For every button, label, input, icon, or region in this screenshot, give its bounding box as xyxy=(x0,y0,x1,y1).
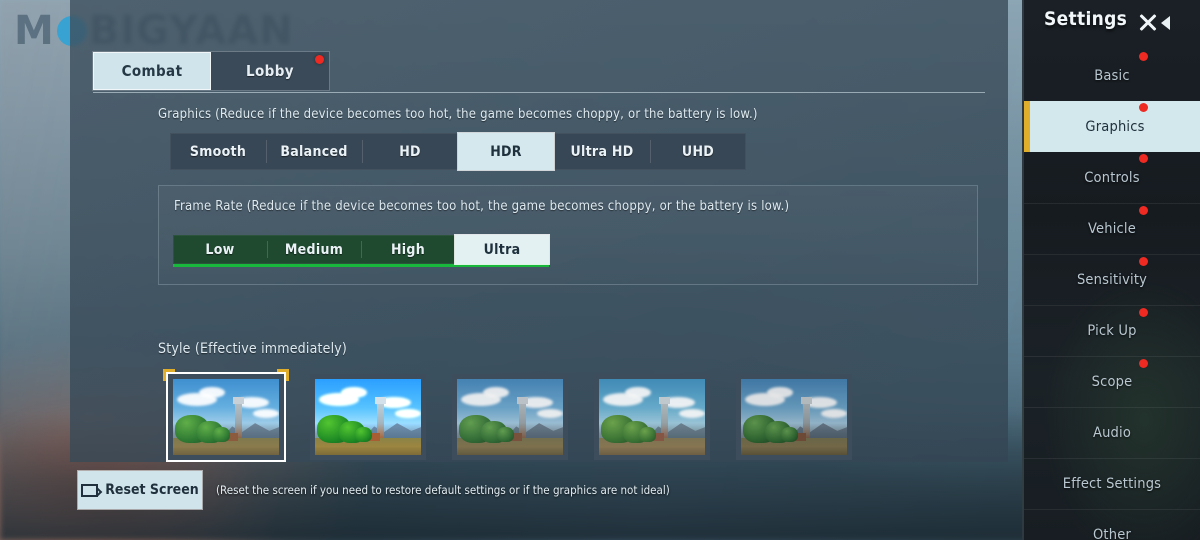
sidebar-item-pick-up-label: Pick Up xyxy=(1087,323,1137,339)
selection-corner-top-left xyxy=(163,369,175,381)
watermark-text-a: M xyxy=(14,8,55,54)
sidebar-item-vehicle[interactable]: Vehicle xyxy=(1024,203,1200,254)
style-thumbnail-4[interactable] xyxy=(594,374,710,460)
sidebar-item-sensitivity-label: Sensitivity xyxy=(1076,272,1148,288)
sidebar-item-graphics-label: Graphics xyxy=(1085,118,1145,135)
graphics-option-hdr[interactable]: HDR xyxy=(458,133,554,170)
style-thumbnail-3[interactable] xyxy=(452,374,568,460)
sidebar-item-graphics[interactable]: Graphics xyxy=(1030,101,1200,152)
frame-rate-option-high[interactable]: High xyxy=(361,235,455,264)
sidebar-item-pick-up-badge xyxy=(1139,308,1148,317)
sidebar-item-effect-settings-label: Effect Settings xyxy=(1062,476,1162,492)
graphics-quality-group: Smooth Balanced HD HDR Ultra HD UHD xyxy=(170,133,746,170)
screen-icon xyxy=(81,483,99,497)
style-thumbnail-2[interactable] xyxy=(310,374,426,460)
sidebar-item-vehicle-label: Vehicle xyxy=(1088,221,1136,237)
sidebar-item-vehicle-badge xyxy=(1139,206,1148,215)
style-thumbnail-row xyxy=(163,369,852,460)
settings-panel: Combat Lobby Graphics (Reduce if the dev… xyxy=(70,0,1008,462)
reset-screen-button[interactable]: Reset Screen xyxy=(78,471,202,509)
settings-sidebar: Settings Basic Graphics Controls Vehicle xyxy=(1022,0,1200,540)
frame-rate-option-medium[interactable]: Medium xyxy=(267,235,361,264)
sidebar-list: Basic Graphics Controls Vehicle Sensitiv… xyxy=(1024,50,1200,540)
tab-lobby-badge-dot xyxy=(315,55,324,64)
style-thumbnail-1-image xyxy=(168,374,284,460)
sidebar-item-controls-badge xyxy=(1139,154,1148,163)
pubg-settings-screen: MBIGYAAN Combat Lobby Graphics (Reduce i… xyxy=(0,0,1200,540)
style-thumbnail-4-image xyxy=(594,374,710,460)
tab-lobby[interactable]: Lobby xyxy=(211,52,329,90)
sidebar-item-scope-badge xyxy=(1139,359,1148,368)
style-section-label: Style (Effective immediately) xyxy=(158,341,348,357)
close-settings-button[interactable] xyxy=(1132,8,1178,36)
graphics-option-ultra-hd[interactable]: Ultra HD xyxy=(554,133,650,170)
collapse-left-arrow-icon xyxy=(1161,16,1170,30)
sidebar-item-scope-label: Scope xyxy=(1091,374,1133,390)
frame-rate-option-low[interactable]: Low xyxy=(173,235,267,264)
style-thumbnail-5[interactable] xyxy=(736,374,852,460)
sidebar-item-controls[interactable]: Controls xyxy=(1024,152,1200,203)
style-thumbnail-1[interactable] xyxy=(163,369,289,460)
frame-rate-section-label: Frame Rate (Reduce if the device becomes… xyxy=(174,199,790,214)
sidebar-item-effect-settings[interactable]: Effect Settings xyxy=(1024,458,1200,509)
graphics-option-smooth[interactable]: Smooth xyxy=(170,133,266,170)
sidebar-item-sensitivity[interactable]: Sensitivity xyxy=(1024,254,1200,305)
sidebar-item-audio[interactable]: Audio xyxy=(1024,407,1200,458)
tab-combat-label: Combat xyxy=(121,62,183,80)
sidebar-item-graphics-badge xyxy=(1139,103,1148,112)
sidebar-item-controls-label: Controls xyxy=(1084,169,1140,186)
frame-rate-option-ultra[interactable]: Ultra xyxy=(455,235,549,264)
graphics-option-balanced[interactable]: Balanced xyxy=(266,133,362,170)
sidebar-item-basic-badge xyxy=(1139,52,1148,61)
sidebar-title: Settings xyxy=(1044,8,1128,30)
style-thumbnail-5-image xyxy=(736,374,852,460)
sidebar-item-audio-label: Audio xyxy=(1092,425,1132,441)
style-thumbnail-2-image xyxy=(310,374,426,460)
sidebar-item-scope[interactable]: Scope xyxy=(1024,356,1200,407)
graphics-option-hd[interactable]: HD xyxy=(362,133,458,170)
graphics-option-uhd[interactable]: UHD xyxy=(650,133,746,170)
sidebar-item-other-label: Other xyxy=(1092,527,1132,540)
reset-screen-label: Reset Screen xyxy=(105,482,199,498)
tab-divider xyxy=(93,92,985,93)
close-icon xyxy=(1136,10,1160,34)
frame-rate-group: Low Medium High Ultra xyxy=(173,235,549,267)
selection-corner-top-right xyxy=(277,369,289,381)
reset-screen-hint: (Reset the screen if you need to restore… xyxy=(216,483,670,497)
sidebar-item-sensitivity-badge xyxy=(1139,257,1148,266)
tab-lobby-label: Lobby xyxy=(246,62,294,80)
graphics-section-label: Graphics (Reduce if the device becomes t… xyxy=(158,107,758,122)
sidebar-item-other[interactable]: Other xyxy=(1024,509,1200,540)
sidebar-item-basic-label: Basic xyxy=(1094,67,1130,84)
sidebar-item-basic[interactable]: Basic xyxy=(1024,50,1200,101)
tab-bar: Combat Lobby xyxy=(93,52,329,90)
sidebar-item-pick-up[interactable]: Pick Up xyxy=(1024,305,1200,356)
tab-combat[interactable]: Combat xyxy=(93,52,211,90)
style-thumbnail-3-image xyxy=(452,374,568,460)
